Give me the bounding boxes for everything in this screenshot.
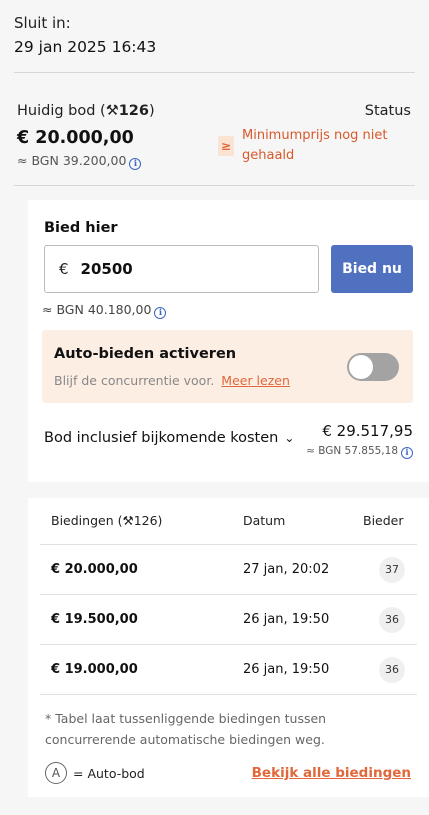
- status-label: Status: [364, 103, 411, 119]
- row-divider: [40, 644, 417, 645]
- status-text: Minimumprijs nog niet gehaald: [242, 128, 388, 163]
- bids-header: Biedingen (⚒126): [51, 513, 162, 528]
- current-bid-count: 126: [118, 103, 149, 119]
- toggle-knob: [349, 355, 373, 379]
- bidder-header: Bieder: [363, 513, 404, 528]
- bid-amount-input[interactable]: € 20500: [44, 245, 319, 293]
- auto-bid-subtitle: Blijf de concurrentie voor. Meer lezen: [54, 373, 290, 388]
- bidder-avatar: 36: [379, 657, 405, 683]
- divider: [14, 185, 415, 186]
- bids-header-suffix: ): [157, 513, 163, 528]
- bids-header-prefix: Biedingen (: [51, 513, 123, 528]
- inclusive-bgn-value: ≈ BGN 57.855,18: [306, 445, 398, 457]
- bid-row-date: 26 jan, 19:50: [243, 662, 330, 677]
- inclusive-costs-label: Bod inclusief bijkomende kosten: [44, 430, 279, 446]
- place-bid-button[interactable]: Bied nu: [331, 245, 413, 293]
- bid-row-amount: € 19.000,00: [51, 662, 138, 677]
- bid-amount-value[interactable]: 20500: [81, 260, 133, 278]
- current-bid-bgn-value: ≈ BGN 39.200,00: [17, 153, 127, 168]
- bid-bgn: ≈ BGN 40.180,00 i: [42, 302, 167, 319]
- bid-row-amount: € 19.500,00: [51, 612, 138, 627]
- auto-bid-icon: A: [45, 762, 67, 784]
- bidder-avatar: 36: [379, 607, 405, 633]
- read-more-link[interactable]: Meer lezen: [221, 373, 290, 388]
- bid-row-amount: € 20.000,00: [51, 562, 138, 577]
- auto-bid-toggle[interactable]: [347, 353, 399, 381]
- row-divider: [40, 594, 417, 595]
- bid-row-date: 26 jan, 19:50: [243, 612, 330, 627]
- info-icon[interactable]: i: [401, 447, 413, 459]
- current-bid-label: Huidig bod (⚒126): [17, 103, 155, 119]
- inclusive-costs-toggle[interactable]: Bod inclusief bijkomende kosten ⌄: [44, 430, 294, 446]
- bid-card: Bied hier € 20500 Bied nu ≈ BGN 40.180,0…: [28, 200, 429, 482]
- info-icon[interactable]: i: [129, 158, 142, 170]
- bids-table: Biedingen (⚒126) Datum Bieder € 20.000,0…: [28, 498, 429, 797]
- table-footnote: * Tabel laat tussenliggende biedingen tu…: [45, 711, 327, 747]
- row-divider: [40, 544, 417, 545]
- row-divider: [40, 694, 417, 695]
- bid-title: Bied hier: [44, 220, 118, 236]
- date-header: Datum: [243, 513, 286, 528]
- bids-header-count: 126: [133, 513, 158, 528]
- closing-label: Sluit in:: [14, 14, 71, 32]
- auto-bid-title: Auto-bieden activeren: [54, 346, 237, 362]
- info-icon[interactable]: i: [154, 307, 167, 319]
- currency-symbol: €: [59, 260, 69, 278]
- current-bid-amount: € 20.000,00: [17, 128, 134, 148]
- current-bid-bgn: ≈ BGN 39.200,00 i: [17, 153, 142, 170]
- current-bid-label-prefix: Huidig bod (: [17, 103, 106, 119]
- view-all-bids-link[interactable]: Bekijk alle biedingen: [252, 765, 411, 781]
- reserve-warning-icon: ≥: [218, 136, 234, 156]
- closing-section: Sluit in: 29 jan 2025 16:43: [0, 0, 429, 60]
- auto-bid-panel: Auto-bieden activeren Blijf de concurren…: [42, 330, 413, 403]
- gavel-icon: ⚒: [122, 513, 134, 528]
- inclusive-amount: € 29.517,95: [322, 422, 413, 440]
- bid-row-date: 27 jan, 20:02: [243, 562, 330, 577]
- current-bid-label-suffix: ): [149, 103, 155, 119]
- inclusive-bgn: ≈ BGN 57.855,18 i: [306, 445, 413, 459]
- auto-bid-subtitle-text: Blijf de concurrentie voor.: [54, 373, 215, 388]
- gavel-icon: ⚒: [105, 103, 119, 119]
- closing-date: 29 jan 2025 16:43: [14, 38, 157, 56]
- bidder-avatar: 37: [379, 557, 405, 583]
- bid-bgn-value: ≈ BGN 40.180,00: [42, 302, 152, 317]
- auto-bid-legend: = Auto-bod: [73, 766, 145, 781]
- chevron-down-icon: ⌄: [284, 431, 295, 445]
